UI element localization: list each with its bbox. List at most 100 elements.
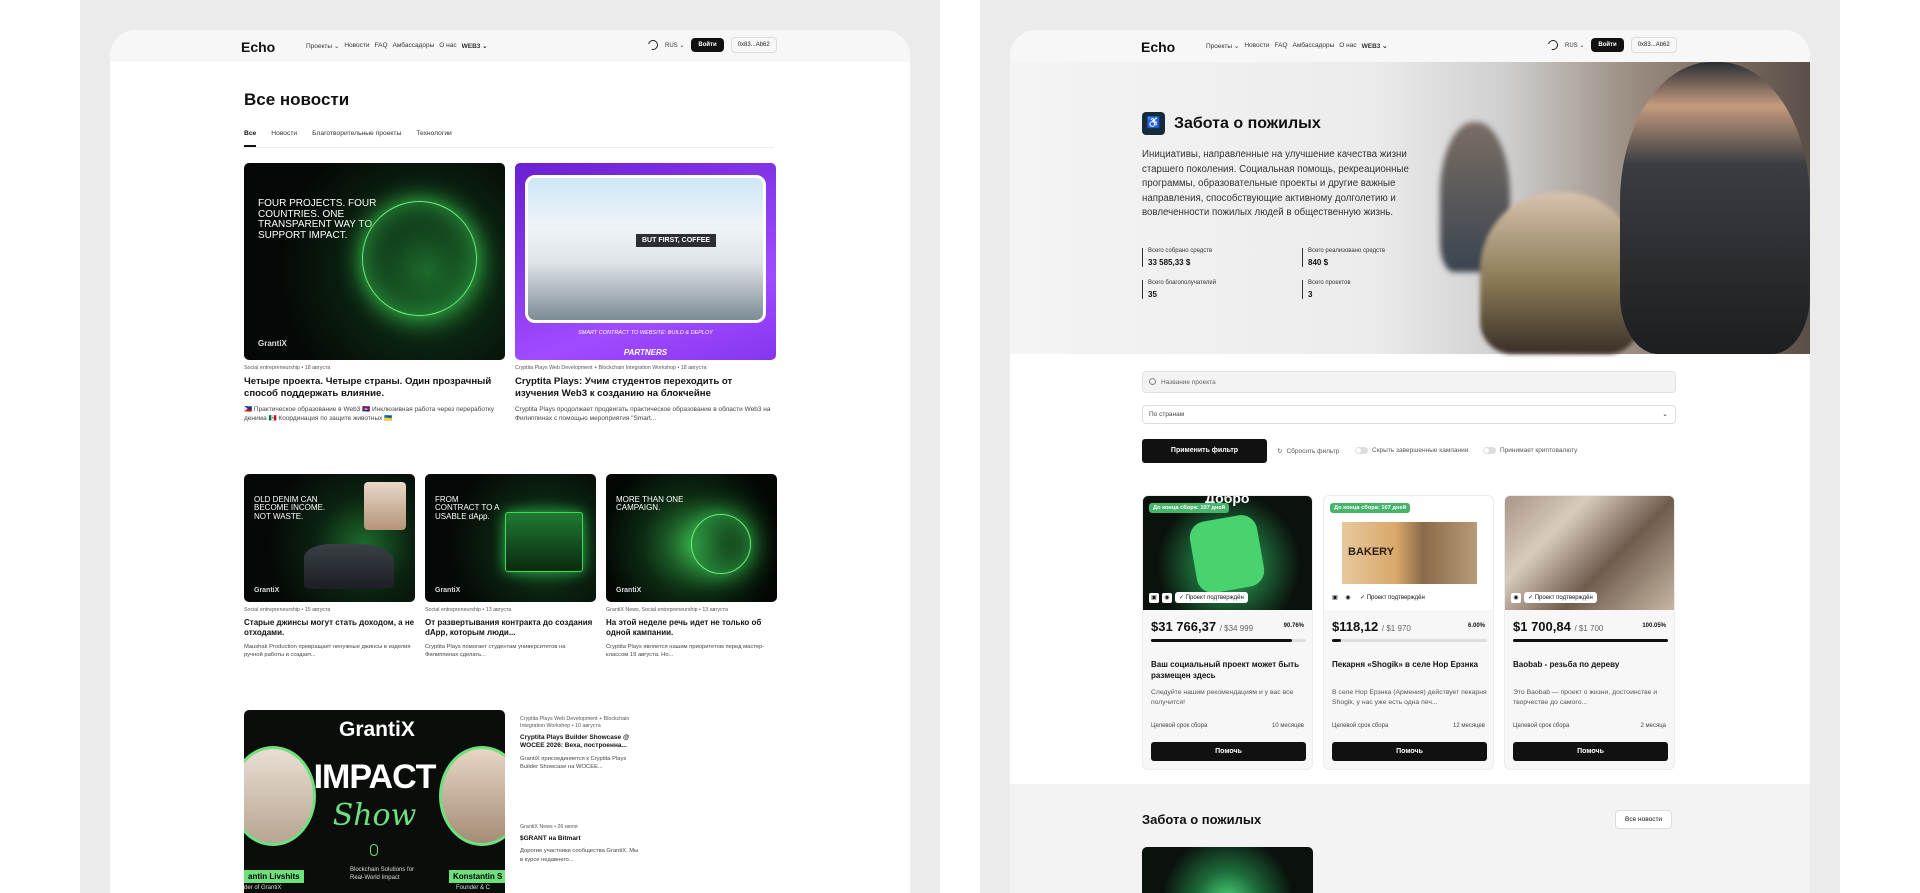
project-title[interactable]: Baobab - резьба по дереву — [1513, 660, 1668, 671]
echo-logo-graphic — [1187, 512, 1267, 596]
tab-news[interactable]: Новости — [271, 130, 297, 147]
stat-label: Всего проектов — [1308, 280, 1351, 286]
nav-faq[interactable]: FAQ — [375, 42, 388, 50]
news-title[interactable]: Четыре проекта. Четыре страны. Один проз… — [244, 376, 505, 401]
news-title[interactable]: На этой неделе речь идет не только об од… — [606, 618, 777, 639]
nav-web3[interactable]: WEB3 ⌄ — [462, 42, 488, 50]
verification-row: ◉ ✓ Проект подтверждён — [1511, 592, 1597, 603]
nav-news[interactable]: Новости — [1244, 42, 1269, 50]
percent-funded: 100.05% — [1642, 623, 1666, 629]
news-title[interactable]: $GRANT на Bitmart — [520, 835, 640, 843]
country-select[interactable]: По странам ⌄ — [1142, 405, 1676, 424]
verified-badge: ✓ Проект подтверждён — [1175, 592, 1248, 603]
nav-about[interactable]: О нас — [439, 42, 456, 50]
news-title[interactable]: Старые джинсы могут стать доходом, а не … — [244, 618, 415, 639]
project-card[interactable]: ◉ ✓ Проект подтверждён $1 700,84 / $1 70… — [1504, 495, 1675, 770]
news-list-item[interactable]: Cryptita Plays Web Development + Blockch… — [520, 716, 640, 771]
project-title[interactable]: Пекарня «Shogik» в селе Нор Ерзнка — [1332, 660, 1487, 671]
toggle-switch[interactable] — [1483, 447, 1496, 454]
crypto-icon: ◉ — [1511, 592, 1521, 603]
category-page-board: Echo Проекты ⌄ Новости FAQ Амбассадоры О… — [1010, 30, 1810, 893]
login-button[interactable]: Войти — [1591, 38, 1624, 52]
language-select[interactable]: RUS ⌄ — [665, 42, 684, 49]
news-thumbnail: MORE THAN ONE CAMPAIGN. GrantiX — [606, 474, 777, 602]
help-button[interactable]: Помочь — [1513, 742, 1668, 761]
nav-ambassadors[interactable]: Амбассадоры — [393, 42, 435, 50]
term-value: 2 месяца — [1640, 723, 1667, 729]
news-excerpt: 🇵🇭 Практическое образование в Web3 🇰🇭 Ин… — [244, 405, 495, 423]
hide-completed-toggle[interactable]: Скрыть завершенные кампании — [1355, 447, 1468, 454]
stat-value: 840 $ — [1308, 258, 1329, 267]
term-value: 10 месяцев — [1272, 723, 1304, 729]
stat-projects: Всего проектов 3 — [1302, 280, 1351, 299]
search-icon — [1149, 378, 1156, 385]
news-excerpt: Cryptita Plays продолжает продвигать пра… — [515, 405, 771, 423]
nav-projects[interactable]: Проекты ⌄ — [306, 42, 339, 50]
news-meta: Social entrepreneurship • 13 августа — [425, 607, 512, 613]
raised-amount: $31 766,37 / $34 999 — [1151, 619, 1253, 634]
news-meta: Cryptita Plays Web Development + Blockch… — [515, 365, 707, 371]
project-card[interactable]: Добро До конца сбора: 107 дней ▣ ◉ ✓ Про… — [1142, 495, 1313, 770]
login-button[interactable]: Войти — [691, 38, 724, 52]
news-card[interactable]: BUT FIRST, COFFEE SMART CONTRACT TO WEBS… — [515, 163, 776, 424]
related-news-thumbnail[interactable] — [1142, 847, 1313, 893]
impact-show-banner[interactable]: GrantiX IMPACT Show antin Livshits der o… — [244, 710, 505, 893]
news-card[interactable]: FOUR PROJECTS. FOUR COUNTRIES. ONE TRANS… — [244, 163, 505, 424]
denim-pile — [304, 544, 394, 589]
logo[interactable]: Echo — [1141, 39, 1175, 55]
project-title[interactable]: Ваш социальный проект может быть размеще… — [1151, 660, 1306, 682]
theme-toggle-icon[interactable] — [646, 38, 660, 52]
news-thumbnail: BUT FIRST, COFFEE SMART CONTRACT TO WEBS… — [515, 163, 776, 360]
logo[interactable]: Echo — [241, 39, 275, 55]
theme-toggle-icon[interactable] — [1546, 38, 1560, 52]
hero-description: Инициативы, направленные на улучшение ка… — [1142, 149, 1409, 219]
news-meta: GrantiX News, Social entrepreneurship • … — [606, 607, 728, 613]
news-meta: Social entrepreneurship • 18 августа — [244, 365, 331, 371]
search-input[interactable]: Название проекта — [1142, 371, 1676, 393]
crypto-toggle[interactable]: Принимает криптовалюту — [1483, 447, 1577, 454]
network-graphic — [691, 514, 751, 574]
news-list-item[interactable]: GrantiX News • 26 июля $GRANT на Bitmart… — [520, 824, 640, 864]
stat-beneficiaries: Всего благополучателей 35 — [1142, 280, 1216, 299]
nav-web3[interactable]: WEB3 ⌄ — [1362, 42, 1388, 50]
thumbnail-headline: FROM CONTRACT TO A USABLE dApp. — [435, 495, 500, 521]
news-title[interactable]: От развертывания контракта до создания d… — [425, 618, 596, 639]
toggle-switch[interactable] — [1355, 447, 1368, 454]
all-news-button[interactable]: Все новости — [1615, 810, 1673, 829]
microphone-icon — [370, 844, 378, 856]
nav-news[interactable]: Новости — [344, 42, 369, 50]
related-news-section — [1010, 784, 1810, 893]
stat-label: Всего благополучателей — [1148, 280, 1217, 286]
nav-faq[interactable]: FAQ — [1275, 42, 1288, 50]
nav-ambassadors[interactable]: Амбассадоры — [1293, 42, 1335, 50]
tab-charity[interactable]: Благотворительные проекты — [312, 130, 401, 147]
news-excerpt: Дорогие участники сообщества GrantiX. Мы… — [520, 848, 639, 863]
language-select[interactable]: RUS ⌄ — [1565, 42, 1584, 49]
progress-fill — [1151, 639, 1292, 642]
tab-all[interactable]: Все — [244, 130, 257, 147]
nav-about[interactable]: О нас — [1339, 42, 1356, 50]
reset-filter-button[interactable]: ↻ Сбросить фильтр — [1277, 447, 1339, 456]
progress-bar — [1332, 639, 1487, 642]
news-card[interactable]: MORE THAN ONE CAMPAIGN. GrantiX GrantiX … — [606, 474, 777, 659]
news-title[interactable]: Cryptita Plays: Учим студентов переходит… — [515, 376, 776, 401]
apply-filter-button[interactable]: Применить фильтр — [1142, 439, 1267, 463]
main-nav: Проекты ⌄ Новости FAQ Амбассадоры О нас … — [306, 42, 488, 50]
project-card[interactable]: BAKERY До конца сбора: 107 дней ▣ ◉ ✓ Пр… — [1323, 495, 1494, 770]
stat-spent: Всего реализовано средств 840 $ — [1302, 248, 1385, 267]
wallet-address[interactable]: 0x83...Ab62 — [1630, 37, 1677, 53]
tab-tech[interactable]: Технологии — [416, 130, 452, 147]
help-button[interactable]: Помочь — [1332, 742, 1487, 761]
progress-bar — [1151, 639, 1306, 642]
wallet-address[interactable]: 0x83...Ab62 — [730, 37, 777, 53]
news-meta: GrantiX News • 26 июля — [520, 824, 578, 830]
news-card[interactable]: FROM CONTRACT TO A USABLE dApp. GrantiX … — [425, 474, 596, 659]
raised-value: $118,12 — [1332, 619, 1379, 634]
nav-projects[interactable]: Проекты ⌄ — [1206, 42, 1239, 50]
toggle-label: Принимает криптовалюту — [1500, 447, 1578, 454]
news-card[interactable]: OLD DENIM CAN BECOME INCOME. NOT WASTE. … — [244, 474, 415, 659]
brand-logo: GrantiX — [616, 587, 642, 594]
help-button[interactable]: Помочь — [1151, 742, 1306, 761]
thumbnail-partners: PARTNERS — [623, 348, 668, 357]
news-title[interactable]: Cryptita Plays Builder Showcase @ WOCEE … — [520, 734, 640, 751]
